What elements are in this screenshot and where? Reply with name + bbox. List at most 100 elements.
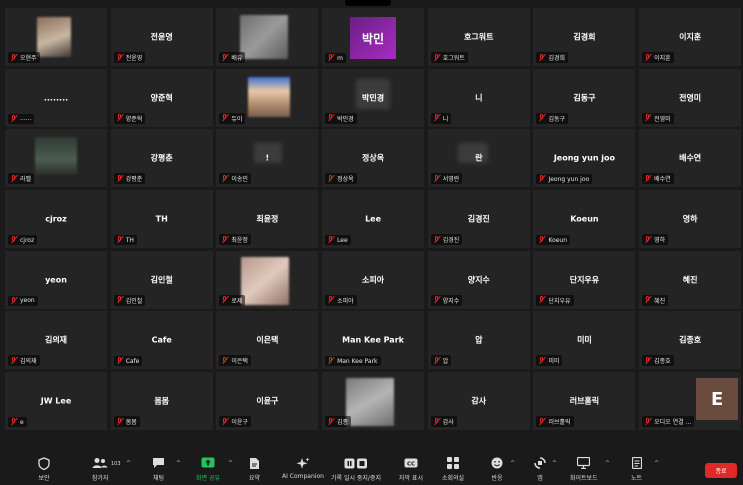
participant-tile[interactable]: 니니: [427, 68, 530, 127]
participant-tile[interactable]: 듀이: [216, 68, 319, 127]
muted-mic-icon: [327, 236, 335, 244]
participant-tile[interactable]: 양준혁 양준혁: [110, 68, 213, 127]
participant-tile[interactable]: 강평춘 강평춘: [110, 129, 213, 188]
participant-tile[interactable]: 호그워트 호그워트: [427, 8, 530, 66]
participant-tile[interactable]: 러브홀릭 러브홀릭: [533, 372, 636, 431]
participant-tile[interactable]: 로제: [216, 250, 319, 309]
participant-tile[interactable]: E 오디오 연결 ...: [639, 372, 742, 431]
participant-tile[interactable]: 혜진 혜진: [639, 250, 742, 309]
participant-video: [346, 378, 395, 427]
participant-tile[interactable]: ! 이송민: [216, 129, 319, 188]
participant-tile[interactable]: 봄봄 봄봄: [110, 372, 213, 431]
share-screen-button[interactable]: 화면 공유: [196, 456, 220, 482]
muted-mic-icon: [116, 53, 124, 62]
participant-video: [37, 17, 71, 57]
end-meeting-button[interactable]: 종료: [705, 463, 737, 478]
participant-name-tag: 박민경: [325, 112, 357, 124]
participant-tile[interactable]: 박민경 박민경: [322, 68, 425, 127]
participant-tile[interactable]: 양지수 양지수: [427, 250, 530, 309]
whiteboard-caret-icon[interactable]: ^: [605, 460, 610, 467]
participant-tile[interactable]: Jeong yun joo Jeong yun joo: [533, 129, 636, 188]
participant-name-label: 김인철: [125, 297, 143, 305]
security-button[interactable]: 보안: [38, 456, 50, 482]
muted-mic-icon: [644, 174, 652, 183]
participant-tile[interactable]: Koeun Koeun: [533, 190, 636, 249]
reactions-button[interactable]: 반응: [491, 456, 503, 482]
participant-tile[interactable]: 영하 영하: [639, 190, 742, 249]
participant-name-label: 호그워트: [442, 55, 465, 62]
participant-tile[interactable]: 전영미 전영미: [639, 68, 742, 127]
participant-display-name: 영하: [682, 214, 698, 224]
reactions-caret-icon[interactable]: ^: [510, 460, 515, 467]
participants-caret-icon[interactable]: ^: [126, 460, 131, 467]
participant-tile[interactable]: 감사 감사: [427, 372, 530, 431]
participant-tile[interactable]: 라벨: [5, 129, 107, 188]
participant-tile[interactable]: 오현주: [5, 8, 107, 66]
summary-label: 요약: [249, 475, 261, 482]
participant-tile[interactable]: 김경희 김경희: [533, 8, 636, 66]
muted-mic-icon: [10, 418, 18, 426]
participant-tile[interactable]: 배유: [216, 8, 319, 66]
ai-companion-button[interactable]: AI Companion: [282, 456, 324, 480]
participant-tile[interactable]: 미미 미미: [533, 311, 636, 370]
muted-mic-icon: [433, 114, 441, 122]
participant-tile[interactable]: Lee Lee: [322, 190, 425, 249]
apps-caret-icon[interactable]: ^: [552, 460, 557, 467]
chat-button[interactable]: 채팅: [152, 456, 165, 482]
whiteboard-button[interactable]: 화이트보드: [570, 456, 598, 482]
participant-tile[interactable]: 박민 m: [322, 8, 425, 66]
muted-mic-icon: [538, 417, 546, 426]
apps-button[interactable]: 앱: [534, 456, 546, 482]
participant-display-name: 러브홀릭: [569, 396, 600, 406]
participant-tile[interactable]: 압압: [427, 311, 530, 370]
participant-tile[interactable]: 이은택 이은택: [216, 311, 319, 370]
muted-mic-icon: [433, 417, 441, 426]
participant-tile[interactable]: 김의재 김의재: [5, 311, 107, 370]
captions-button[interactable]: CC 자막 표시: [399, 456, 423, 482]
muted-mic-icon: [10, 236, 18, 244]
participant-name-tag: Cafe: [113, 356, 143, 367]
participant-tile[interactable]: 김경진 김경진: [427, 190, 530, 249]
participant-tile[interactable]: 단지우유 단지우유: [533, 250, 636, 309]
record-pause-stop-button[interactable]: 기록 일시 중지/중지: [331, 456, 381, 482]
participant-tile[interactable]: 란 서영란: [427, 129, 530, 188]
participant-tile[interactable]: 최윤정 최윤정: [216, 190, 319, 249]
participant-name-label: TH: [125, 236, 134, 244]
participant-display-name: 이은택: [256, 335, 279, 345]
participant-tile[interactable]: Man Kee Park Man Kee Park: [322, 311, 425, 370]
participant-tile[interactable]: 김인철 김인철: [110, 250, 213, 309]
participant-name-tag: 정상옥: [325, 173, 357, 185]
participant-tile[interactable]: 김종호 김종호: [639, 311, 742, 370]
breakout-rooms-label: 소회의실: [442, 475, 465, 482]
participant-tile[interactable]: 김종: [322, 372, 425, 431]
notes-caret-icon[interactable]: ^: [654, 460, 659, 467]
participant-name-label: 로제: [231, 297, 243, 305]
participant-tile[interactable]: 이지훈 이지훈: [639, 8, 742, 66]
participant-tile[interactable]: 김동구 김동구: [533, 68, 636, 127]
muted-mic-icon: [327, 296, 335, 304]
chat-caret-icon[interactable]: ^: [176, 460, 181, 467]
summary-button[interactable]: 요약: [249, 456, 260, 482]
participant-tile[interactable]: JW Lee e: [5, 372, 107, 431]
share-caret-icon[interactable]: ^: [228, 460, 233, 467]
notes-button[interactable]: 노트: [631, 456, 642, 482]
participant-tile[interactable]: 정상옥 정상옥: [322, 129, 425, 188]
participant-name-label: Jeong yun joo: [548, 175, 590, 183]
muted-mic-icon: [327, 114, 335, 122]
participant-tile[interactable]: TH TH: [110, 190, 213, 249]
participant-name-tag: 이송민: [219, 173, 251, 185]
participant-tile[interactable]: yeon yeon: [5, 250, 107, 309]
participant-tile[interactable]: 이윤구 이윤구: [216, 372, 319, 431]
participants-button[interactable]: 참가자: [92, 456, 109, 482]
participant-name-tag: e: [8, 417, 27, 428]
participant-video: [240, 15, 289, 59]
participant-tile[interactable]: 소피아 소피아: [322, 250, 425, 309]
participant-tile[interactable]: Cafe Cafe: [110, 311, 213, 370]
participant-name-label: 니: [442, 115, 449, 123]
participant-tile[interactable]: cjroz cjroz: [5, 190, 107, 249]
breakout-rooms-button[interactable]: 소회의실: [442, 456, 464, 482]
participant-tile[interactable]: 전윤영 전윤영: [110, 8, 213, 66]
participant-tile[interactable]: ..............: [5, 68, 107, 127]
participant-tile[interactable]: 배수연 배수연: [639, 129, 742, 188]
participant-name-label: 이은택: [231, 358, 248, 366]
